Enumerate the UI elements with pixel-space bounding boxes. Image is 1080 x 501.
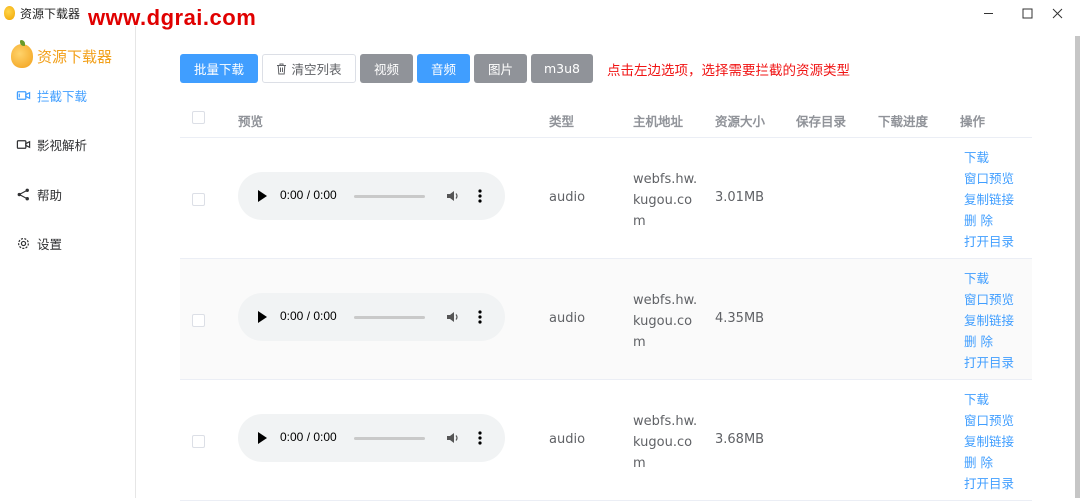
row-checkbox[interactable] [192,314,205,327]
volume-icon[interactable] [445,309,461,325]
audio-player: 0:00 / 0:00 [238,414,505,462]
watermark-text: www.dgrai.com [88,5,257,30]
sidebar: 资源下载器 拦截下载 影视解析 帮助 设置 [0,26,136,498]
type-video-button[interactable]: 视频 [360,54,413,83]
sidebar-item-label: 设置 [37,236,63,252]
sidebar-item-intercept-download[interactable]: 拦截下载 [0,80,135,110]
header-type: 类型 [549,114,575,129]
type-audio-button[interactable]: 音频 [417,54,470,83]
logo-text: 资源下载器 [37,47,113,66]
table-row: 0:00 / 0:00 audio webfs.hw.kugou.com 3.6… [180,380,1032,501]
delete-link[interactable]: 删 除 [964,331,1014,352]
row-size: 3.68MB [715,432,765,447]
gear-icon [15,235,31,251]
sidebar-item-help[interactable]: 帮助 [0,179,135,209]
row-checkbox[interactable] [192,193,205,206]
batch-download-button[interactable]: 批量下载 [180,54,258,83]
row-size: 3.01MB [715,190,765,205]
row-host: webfs.hw.kugou.com [633,293,698,350]
minimize-icon [983,12,993,14]
audio-player: 0:00 / 0:00 [238,293,505,341]
audio-player: 0:00 / 0:00 [238,172,505,220]
audio-time: 0:00 / 0:00 [280,188,337,202]
audio-time: 0:00 / 0:00 [280,430,337,444]
row-operations: 下载 窗口预览 复制链接 删 除 打开目录 [964,147,1014,252]
clear-list-button[interactable]: 清空列表 [262,54,356,83]
logo: 资源下载器 [11,40,113,68]
sidebar-item-label: 影视解析 [37,137,88,153]
more-options-icon[interactable] [478,309,482,325]
more-options-icon[interactable] [478,430,482,446]
window-preview-link[interactable]: 窗口预览 [964,289,1014,310]
play-icon[interactable] [258,190,267,202]
table-header: 预览 类型 主机地址 资源大小 保存目录 下载进度 操作 [180,98,1032,138]
header-operations: 操作 [960,114,986,129]
trash-icon [277,63,287,74]
audio-time: 0:00 / 0:00 [280,309,337,323]
open-folder-link[interactable]: 打开目录 [964,473,1014,494]
row-operations: 下载 窗口预览 复制链接 删 除 打开目录 [964,268,1014,373]
close-button[interactable] [1034,0,1080,26]
sidebar-item-video-parse[interactable]: 影视解析 [0,129,135,159]
resource-table: 预览 类型 主机地址 资源大小 保存目录 下载进度 操作 0:00 / 0:00… [180,98,1032,501]
sidebar-item-label: 帮助 [37,187,63,203]
open-folder-link[interactable]: 打开目录 [964,231,1014,252]
type-image-button[interactable]: 图片 [474,54,527,83]
row-host: webfs.hw.kugou.com [633,414,698,471]
type-hint-text: 点击左边选项，选择需要拦截的资源类型 [607,62,850,79]
scrollbar[interactable] [1075,36,1080,498]
audio-seek-bar[interactable] [354,437,425,440]
maximize-icon [1022,8,1032,18]
play-icon[interactable] [258,311,267,323]
delete-link[interactable]: 删 除 [964,452,1014,473]
more-options-icon[interactable] [478,188,482,204]
copy-link-link[interactable]: 复制链接 [964,189,1014,210]
copy-link-link[interactable]: 复制链接 [964,431,1014,452]
row-operations: 下载 窗口预览 复制链接 删 除 打开目录 [964,389,1014,494]
type-m3u8-button[interactable]: m3u8 [531,54,593,83]
download-link[interactable]: 下载 [964,389,1014,410]
toolbar: 批量下载 清空列表 视频 音频 图片 m3u8 点击左边选项，选择需要拦截的资源… [180,54,850,83]
header-preview: 预览 [238,114,264,129]
open-folder-link[interactable]: 打开目录 [964,352,1014,373]
app-icon [4,6,15,20]
volume-icon[interactable] [445,188,461,204]
window-preview-link[interactable]: 窗口预览 [964,410,1014,431]
clear-list-label: 清空列表 [291,62,342,77]
row-checkbox[interactable] [192,435,205,448]
row-host: webfs.hw.kugou.com [633,172,698,229]
row-type: audio [549,432,586,447]
volume-icon[interactable] [445,430,461,446]
table-row: 0:00 / 0:00 audio webfs.hw.kugou.com 4.3… [180,259,1032,380]
play-icon[interactable] [258,432,267,444]
header-size: 资源大小 [715,114,766,129]
table-row: 0:00 / 0:00 audio webfs.hw.kugou.com 3.0… [180,138,1032,259]
window-title: 资源下载器 [20,7,81,21]
window-preview-link[interactable]: 窗口预览 [964,168,1014,189]
row-size: 4.35MB [715,311,765,326]
video-camera-icon [15,87,31,103]
main-content: 批量下载 清空列表 视频 音频 图片 m3u8 点击左边选项，选择需要拦截的资源… [136,26,1080,501]
sidebar-item-label: 拦截下载 [37,88,88,104]
audio-seek-bar[interactable] [354,316,425,319]
header-host: 主机地址 [633,114,684,129]
share-icon [15,186,31,202]
copy-link-link[interactable]: 复制链接 [964,310,1014,331]
sidebar-item-settings[interactable]: 设置 [0,228,135,258]
audio-seek-bar[interactable] [354,195,425,198]
row-type: audio [549,311,586,326]
header-save-dir: 保存目录 [796,114,847,129]
close-icon [1052,8,1062,18]
download-link[interactable]: 下载 [964,147,1014,168]
row-type: audio [549,190,586,205]
delete-link[interactable]: 删 除 [964,210,1014,231]
video-camera-outline-icon [15,136,31,152]
mango-logo-icon [11,40,33,68]
select-all-checkbox[interactable] [192,111,205,124]
download-link[interactable]: 下载 [964,268,1014,289]
header-progress: 下载进度 [878,114,929,129]
